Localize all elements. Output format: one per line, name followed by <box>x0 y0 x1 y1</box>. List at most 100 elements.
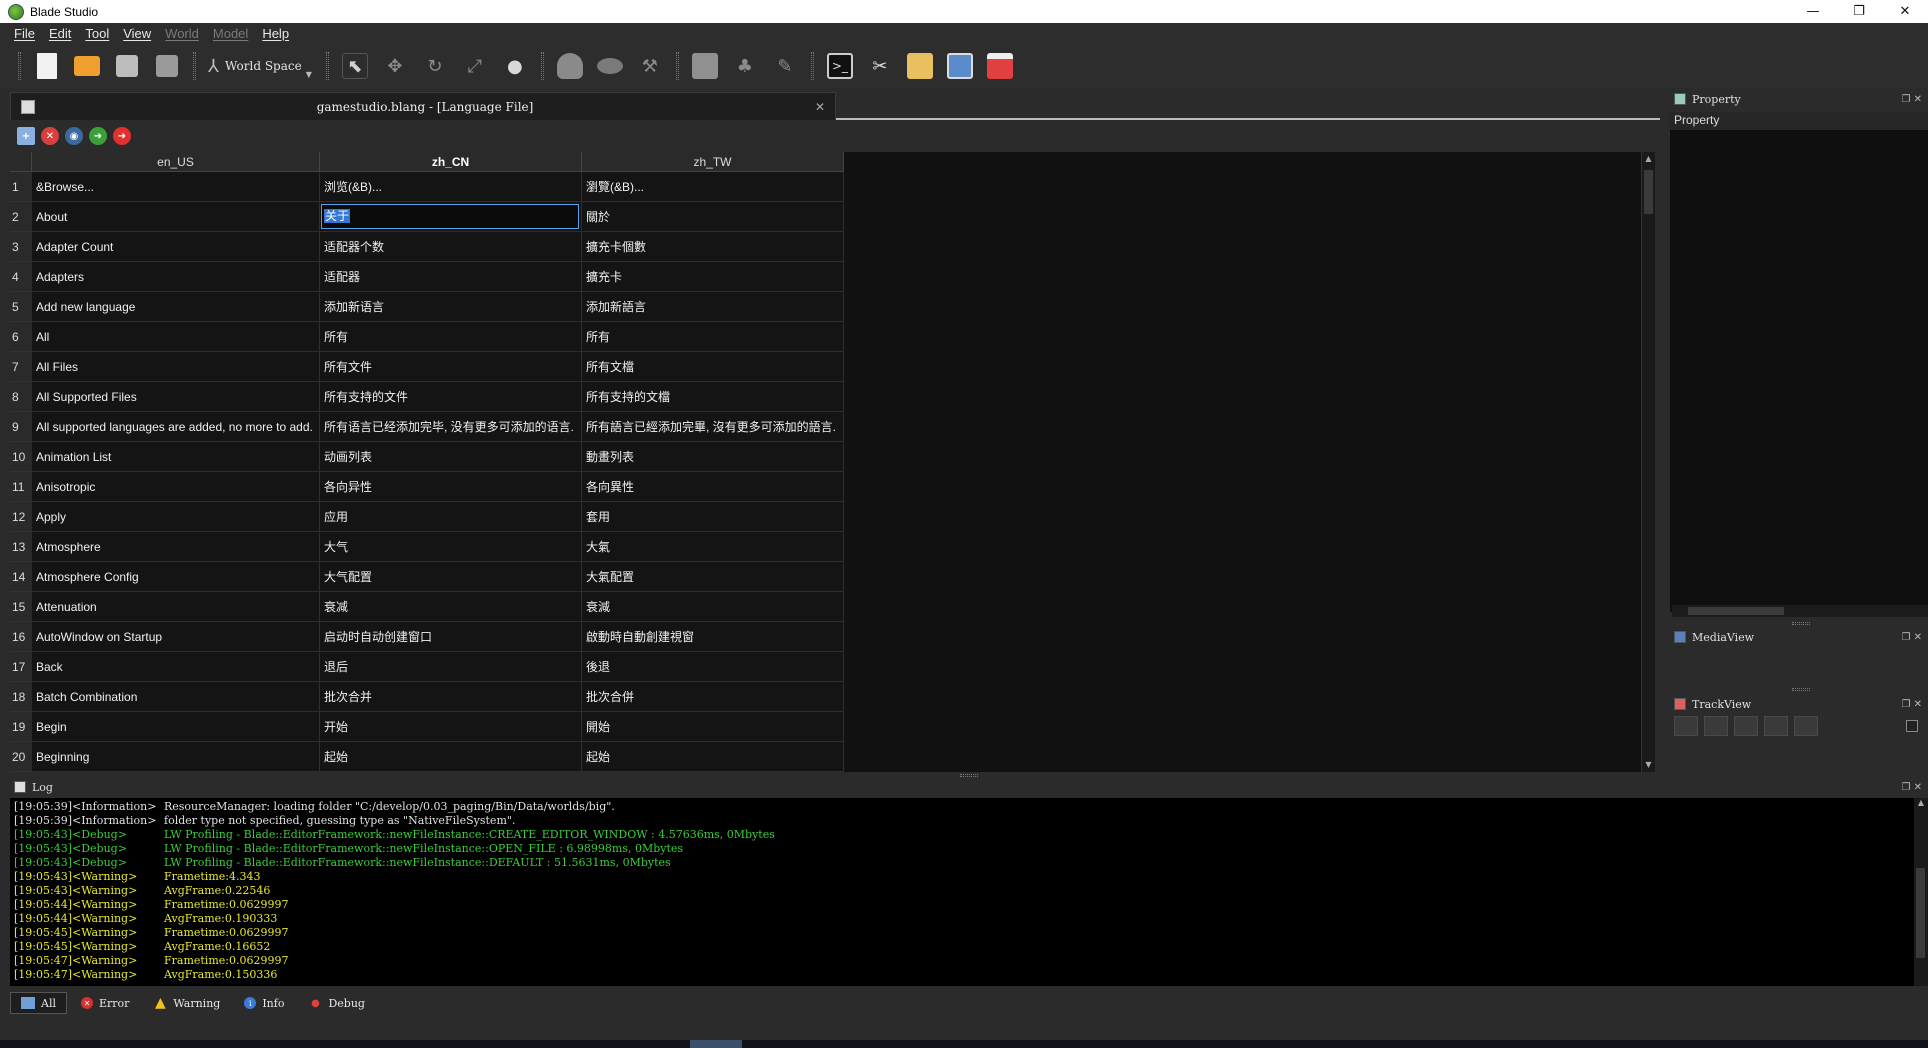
cell-zh-tw[interactable]: 起始 <box>582 742 844 772</box>
cell-zh-cn[interactable]: 大气 <box>320 532 582 562</box>
table-row[interactable]: 4 Adapters 适配器 擴充卡 <box>10 262 844 292</box>
track-prev-button[interactable] <box>1704 716 1728 736</box>
taskbar-active-app[interactable] <box>690 1040 742 1048</box>
export-language-button[interactable]: ➜ <box>113 127 131 145</box>
scrollbar-thumb[interactable] <box>1916 868 1925 958</box>
cell-zh-tw[interactable]: 添加新語言 <box>582 292 844 322</box>
row-number[interactable]: 17 <box>10 652 32 682</box>
menu-view[interactable]: View <box>123 26 151 41</box>
panel-float-close-icon[interactable]: ❐ ✕ <box>1901 782 1922 793</box>
row-number[interactable]: 8 <box>10 382 32 412</box>
panel-float-close-icon[interactable]: ❐ ✕ <box>1901 699 1922 710</box>
light-tool-button[interactable]: ● <box>498 49 532 83</box>
image-viewer-button[interactable] <box>943 49 977 83</box>
object-tool-button[interactable] <box>688 49 722 83</box>
cell-en-us[interactable]: All <box>32 322 320 352</box>
cell-zh-tw[interactable]: 動畫列表 <box>582 442 844 472</box>
cell-zh-cn[interactable]: 适配器 <box>320 262 582 292</box>
cell-zh-cn[interactable]: 启动时自动创建窗口 <box>320 622 582 652</box>
table-row[interactable]: 20 Beginning 起始 起始 <box>10 742 844 772</box>
table-row[interactable]: 1 &Browse... 浏览(&B)... 瀏覽(&B)... <box>10 172 844 202</box>
row-number[interactable]: 7 <box>10 352 32 382</box>
cell-zh-cn[interactable]: 关于 <box>320 202 582 232</box>
table-row[interactable]: 19 Begin 开始 開始 <box>10 712 844 742</box>
cell-zh-tw[interactable]: 批次合併 <box>582 682 844 712</box>
row-number[interactable]: 20 <box>10 742 32 772</box>
rotate-tool-button[interactable]: ↻ <box>418 49 452 83</box>
cell-zh-cn[interactable]: 开始 <box>320 712 582 742</box>
menu-help[interactable]: Help <box>262 26 289 41</box>
track-next-button[interactable] <box>1764 716 1788 736</box>
cell-zh-tw[interactable]: 開始 <box>582 712 844 742</box>
cell-en-us[interactable]: Beginning <box>32 742 320 772</box>
row-number[interactable]: 4 <box>10 262 32 292</box>
cell-zh-cn[interactable]: 添加新语言 <box>320 292 582 322</box>
move-tool-button[interactable]: ✥ <box>378 49 412 83</box>
cell-en-us[interactable]: Atmosphere <box>32 532 320 562</box>
row-number[interactable]: 18 <box>10 682 32 712</box>
track-first-button[interactable] <box>1674 716 1698 736</box>
row-number[interactable]: 14 <box>10 562 32 592</box>
restore-button[interactable]: ❐ <box>1836 0 1882 23</box>
scrollbar-thumb[interactable] <box>1688 607 1784 615</box>
cloud-tool-button[interactable] <box>593 49 627 83</box>
cell-zh-tw[interactable]: 各向異性 <box>582 472 844 502</box>
table-row[interactable]: 18 Batch Combination 批次合并 批次合併 <box>10 682 844 712</box>
cell-zh-tw[interactable]: 所有支持的文檔 <box>582 382 844 412</box>
table-row[interactable]: 17 Back 退后 後退 <box>10 652 844 682</box>
cell-zh-tw[interactable]: 擴充卡個數 <box>582 232 844 262</box>
cell-zh-cn[interactable]: 起始 <box>320 742 582 772</box>
transform-space-dropdown[interactable]: ⅄ World Space ▼ <box>208 49 312 83</box>
scale-tool-button[interactable]: ⤢ <box>458 49 492 83</box>
cell-en-us[interactable]: Attenuation <box>32 592 320 622</box>
table-row[interactable]: 3 Adapter Count 适配器个数 擴充卡個數 <box>10 232 844 262</box>
cell-en-us[interactable]: Add new language <box>32 292 320 322</box>
table-row[interactable]: 10 Animation List 动画列表 動畫列表 <box>10 442 844 472</box>
pin-icon[interactable]: ✕ <box>815 100 835 114</box>
cell-zh-cn[interactable]: 各向异性 <box>320 472 582 502</box>
settings-button[interactable]: ✂ <box>863 49 897 83</box>
scrollbar-thumb[interactable] <box>1644 170 1653 214</box>
table-row[interactable]: 6 All 所有 所有 <box>10 322 844 352</box>
cell-zh-tw[interactable]: 擴充卡 <box>582 262 844 292</box>
cell-en-us[interactable]: Anisotropic <box>32 472 320 502</box>
save-all-button[interactable] <box>150 49 184 83</box>
row-number[interactable]: 10 <box>10 442 32 472</box>
table-row[interactable]: 15 Attenuation 衰减 衰減 <box>10 592 844 622</box>
cell-en-us[interactable]: All supported languages are added, no mo… <box>32 412 320 442</box>
cell-zh-cn[interactable]: 浏览(&B)... <box>320 172 582 202</box>
cell-zh-cn[interactable]: 大气配置 <box>320 562 582 592</box>
close-button[interactable]: ✕ <box>1882 0 1928 23</box>
row-number[interactable]: 19 <box>10 712 32 742</box>
cell-en-us[interactable]: AutoWindow on Startup <box>32 622 320 652</box>
row-number[interactable]: 13 <box>10 532 32 562</box>
cell-zh-tw[interactable]: 套用 <box>582 502 844 532</box>
tools-tool-button[interactable]: ⚒ <box>633 49 667 83</box>
cell-zh-tw[interactable]: 所有語言已經添加完畢, 沒有更多可添加的語言. <box>582 412 844 442</box>
row-number[interactable]: 12 <box>10 502 32 532</box>
cell-editor-input[interactable]: 关于 <box>321 204 579 229</box>
cell-zh-cn[interactable]: 适配器个数 <box>320 232 582 262</box>
property-horizontal-scrollbar[interactable] <box>1672 605 1928 617</box>
table-row[interactable]: 12 Apply 应用 套用 <box>10 502 844 532</box>
cell-en-us[interactable]: Animation List <box>32 442 320 472</box>
table-row[interactable]: 8 All Supported Files 所有支持的文件 所有支持的文檔 <box>10 382 844 412</box>
cell-zh-tw[interactable]: 瀏覽(&B)... <box>582 172 844 202</box>
splitter-grip[interactable] <box>1792 688 1810 691</box>
row-number[interactable]: 6 <box>10 322 32 352</box>
cell-en-us[interactable]: Atmosphere Config <box>32 562 320 592</box>
cell-en-us[interactable]: &Browse... <box>32 172 320 202</box>
table-row[interactable]: 5 Add new language 添加新语言 添加新語言 <box>10 292 844 322</box>
cell-en-us[interactable]: Batch Combination <box>32 682 320 712</box>
cell-en-us[interactable]: All Supported Files <box>32 382 320 412</box>
cell-en-us[interactable]: Begin <box>32 712 320 742</box>
cell-en-us[interactable]: Adapter Count <box>32 232 320 262</box>
scroll-up-icon[interactable]: ▲ <box>1914 798 1928 807</box>
track-play-button[interactable] <box>1734 716 1758 736</box>
row-number[interactable]: 3 <box>10 232 32 262</box>
table-row[interactable]: 7 All Files 所有文件 所有文檔 <box>10 352 844 382</box>
preview-button[interactable]: ◉ <box>65 127 83 145</box>
corner-cell[interactable] <box>10 152 32 172</box>
table-row[interactable]: 16 AutoWindow on Startup 启动时自动创建窗口 啟動時自動創建視… <box>10 622 844 652</box>
log-filter-error[interactable]: ✕ Error <box>71 992 139 1014</box>
